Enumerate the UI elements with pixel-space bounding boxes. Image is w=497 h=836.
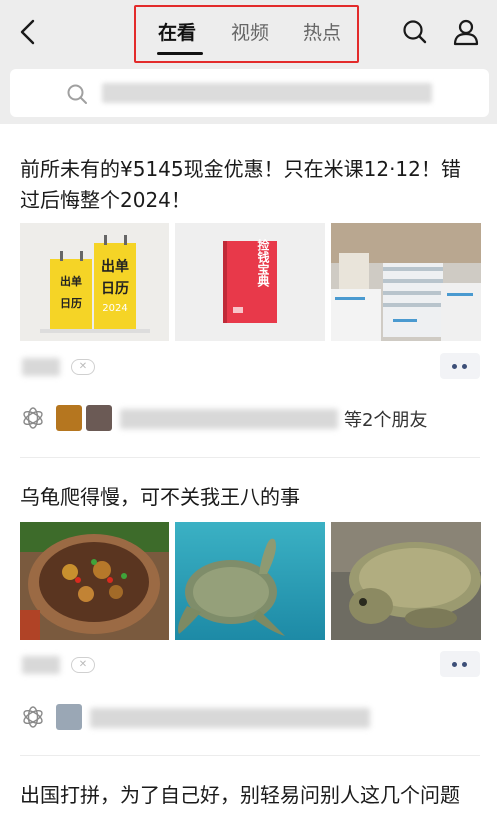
calendar-text-3: 出单 [101, 258, 129, 275]
friends-count-text: 等2个朋友 [344, 410, 428, 431]
friends-like-icon [23, 407, 43, 429]
friend-names-blurred [90, 708, 370, 728]
search-field-icon [67, 84, 87, 104]
calendar-text-2: 日历 [60, 297, 82, 310]
calendar-text-1: 出单 [60, 274, 82, 288]
calendar-year: 2024 [102, 303, 127, 314]
dislike-x-button[interactable]: ✕ [71, 657, 95, 673]
article-image-calendars[interactable]: 出单 日历 出单 日历 2024 [20, 223, 169, 341]
active-tab-underline [157, 52, 203, 55]
article-image-softshell-turtle[interactable] [331, 522, 481, 640]
search-placeholder-blurred [102, 83, 432, 103]
article-card[interactable]: 乌龟爬得慢，可不关我王八的事 ✕ [0, 458, 497, 756]
article-image-turtle-dish[interactable] [20, 522, 169, 640]
profile-icon[interactable] [452, 18, 480, 46]
article-card[interactable]: 出国打拼，为了自己好，别轻易问别人这几个问题 [0, 756, 497, 836]
friend-avatar[interactable] [86, 405, 112, 431]
tab-redian[interactable]: 热点 [303, 18, 341, 45]
friends-like-icon [23, 706, 43, 728]
source-name-blurred[interactable] [22, 656, 60, 674]
calendar-text-4: 日历 [101, 281, 129, 297]
tab-shipin[interactable]: 视频 [231, 18, 269, 45]
source-name-blurred[interactable] [22, 358, 60, 376]
friend-avatar[interactable] [56, 704, 82, 730]
more-options-button[interactable] [440, 651, 480, 677]
red-book-title: 捡钱宝典 [256, 238, 270, 288]
search-row [0, 66, 497, 124]
friend-names-blurred [120, 409, 338, 429]
article-image-sea-turtle[interactable] [175, 522, 325, 640]
article-title[interactable]: 前所未有的¥5145现金优惠！只在米课12·12！错过后悔整个2024！ [20, 154, 480, 216]
search-icon[interactable] [401, 18, 429, 46]
more-options-button[interactable] [440, 353, 480, 379]
dislike-x-button[interactable]: ✕ [71, 359, 95, 375]
article-title[interactable]: 乌龟爬得慢，可不关我王八的事 [20, 482, 480, 513]
top-bar: 在看 视频 热点 [0, 0, 497, 66]
tab-zaikan[interactable]: 在看 [158, 18, 196, 45]
article-image-stacked-books[interactable] [331, 223, 481, 341]
article-card[interactable]: 前所未有的¥5145现金优惠！只在米课12·12！错过后悔整个2024！ 出单 … [0, 124, 497, 458]
article-title[interactable]: 出国打拼，为了自己好，别轻易问别人这几个问题 [20, 780, 480, 811]
friend-avatar[interactable] [56, 405, 82, 431]
search-input[interactable] [10, 69, 489, 117]
article-image-red-book[interactable]: 捡钱宝典 [175, 223, 325, 341]
back-arrow-icon[interactable] [14, 17, 44, 47]
